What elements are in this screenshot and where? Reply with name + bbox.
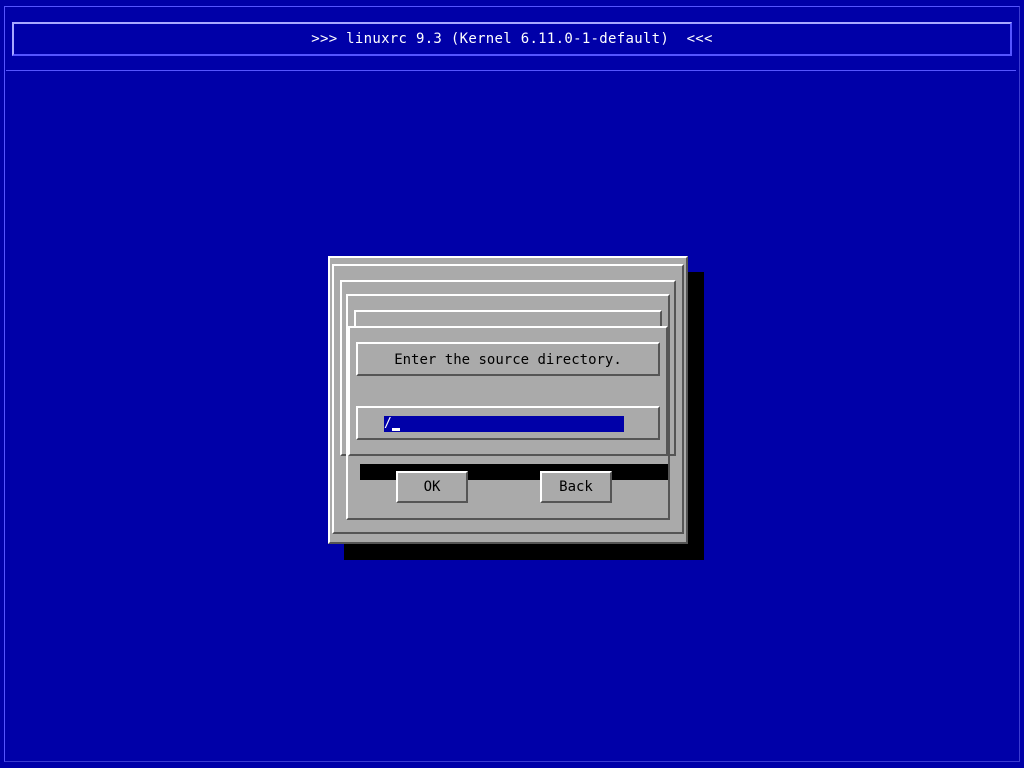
prompt-box: Enter the source directory.: [356, 342, 660, 376]
ok-button[interactable]: OK: [396, 471, 468, 503]
source-directory-input[interactable]: [384, 416, 624, 432]
text-cursor: [392, 428, 400, 431]
back-button[interactable]: Back: [540, 471, 612, 503]
dialog-frame-3: [354, 310, 662, 326]
linuxrc-screen: >>> linuxrc 9.3 (Kernel 6.11.0-1-default…: [0, 0, 1024, 768]
title-text: >>> linuxrc 9.3 (Kernel 6.11.0-1-default…: [311, 31, 713, 47]
prompt-text: Enter the source directory.: [394, 352, 622, 368]
